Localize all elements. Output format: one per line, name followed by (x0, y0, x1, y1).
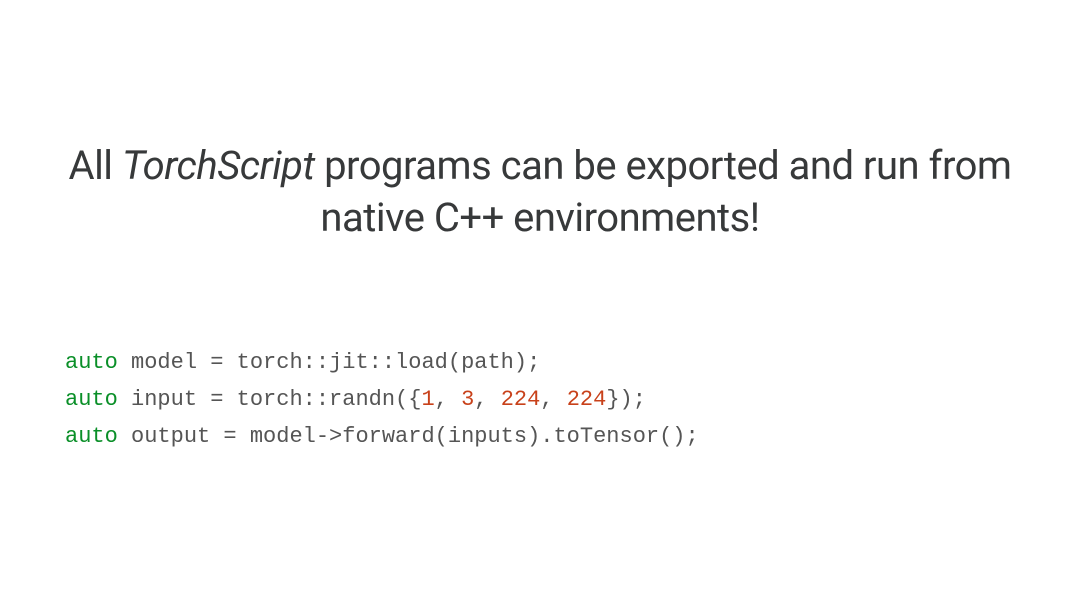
heading-suffix: programs can be exported and run from na… (315, 142, 1012, 241)
code-block: auto model = torch::jit::load(path); aut… (65, 345, 699, 456)
code-line-3: auto output = model->forward(inputs).toT… (65, 419, 699, 456)
code-line-1: auto model = torch::jit::load(path); (65, 345, 699, 382)
code-text: model = torch::jit::load(path); (118, 350, 540, 375)
keyword: auto (65, 387, 118, 412)
code-line-2: auto input = torch::randn({1, 3, 224, 22… (65, 382, 699, 419)
number-literal: 224 (567, 387, 607, 412)
number-literal: 224 (501, 387, 541, 412)
code-text: input = torch::randn({ (118, 387, 422, 412)
code-text: output = model->forward(inputs).toTensor… (118, 424, 699, 449)
code-text: , (474, 387, 500, 412)
number-literal: 1 (421, 387, 434, 412)
keyword: auto (65, 424, 118, 449)
keyword: auto (65, 350, 118, 375)
number-literal: 3 (461, 387, 474, 412)
code-text: , (435, 387, 461, 412)
code-text: , (540, 387, 566, 412)
heading-prefix: All (68, 142, 121, 189)
slide-heading: All TorchScript programs can be exported… (0, 140, 1080, 244)
code-text: }); (606, 387, 646, 412)
heading-emphasis: TorchScript (122, 142, 315, 189)
